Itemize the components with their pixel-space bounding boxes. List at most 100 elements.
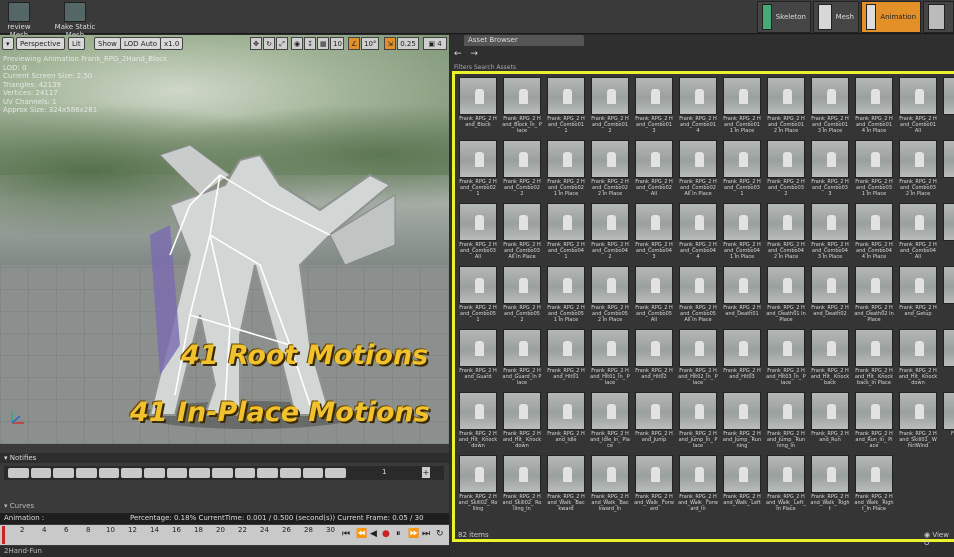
asset-tile[interactable]: Frank_RPG_2 Hand_Combo04 1 In Place [722,203,762,262]
asset-tile[interactable]: Frank_RPG_2 Hand_Hit_ Knockback [810,329,850,388]
playback-speed-button[interactable]: x1.0 [160,37,184,50]
asset-tile[interactable]: Frank_RPG_2 Hand_Combo01 2 In Place [766,77,806,136]
asset-tile[interactable]: Frank_RPG_2 Hand_Combo03 1 [722,140,762,199]
asset-tile[interactable]: Frank_RPG_2 Hand_Combo04 4 [678,203,718,262]
asset-tile[interactable]: Frank_RPG_2 Hand_Hit02 [634,329,674,388]
timeline-scrubber[interactable]: 2 4 6 8 10 12 14 16 18 20 22 24 26 28 30… [0,525,449,545]
asset-filter-bar[interactable]: Filters Search Assets [454,64,516,71]
asset-browser-tab[interactable]: Asset Browser [464,35,584,46]
asset-tile[interactable]: Frank_RPG_2 Hand_Hit01_In_ Place [590,329,630,388]
asset-tile[interactable]: Frank_RPG_2 Hand_Guard [458,329,498,388]
asset-tile[interactable]: Fran [942,266,954,325]
lod-button[interactable]: LOD Auto [120,37,162,50]
asset-tile[interactable]: Frank_RPG_2 Hand_Combo05 All [634,266,674,325]
asset-tile[interactable]: Frank_RPG_2 Hand_Walk_ Forward [634,455,674,514]
mode-extra-button[interactable] [923,1,954,33]
asset-tile[interactable]: Frank_RPG_2 Hand_Hit_ Knockback_In Place [854,329,894,388]
angle-snap-icon[interactable]: ∠ [348,37,360,50]
asset-tile[interactable]: Fran 3 [942,140,954,199]
asset-tile[interactable]: Frank_RPG_2 Hand_Skill02_ Rolling [458,455,498,514]
to-start-icon[interactable]: ⏮ [342,529,350,539]
asset-tile[interactable]: Frank_RPG_2 Hand_Combo05 2 [502,266,542,325]
translate-icon[interactable]: ✥ [250,37,262,50]
pause-icon[interactable]: ⏸ [396,529,401,539]
asset-tile[interactable]: Frank_RPG_2 Hand_Hit03_In_ Place [766,329,806,388]
record-icon[interactable]: ● [382,529,390,539]
asset-tile[interactable]: Frank_RPG_2 Hand_Death02 [810,266,850,325]
asset-tile[interactable]: Frank_RPG_2 Hand_Hit02_In_ Place [678,329,718,388]
asset-tile[interactable]: Frank_RPG_2 Hand_Death01 [722,266,762,325]
asset-tile[interactable]: Frank_RPG_2 Hand_Combo02 All In Place [678,140,718,199]
asset-tile[interactable]: Frank_RPG_2 Hand_Walk_ Right [810,455,850,514]
asset-tile[interactable]: Frank_RPG_2 Hand_Combo01 4 In Place [854,77,894,136]
asset-tile[interactable]: Frank_RPG_2 Hand_Combo04 4 In Place [854,203,894,262]
show-button[interactable]: Show [94,37,121,50]
asset-tile[interactable]: Frank_RPG_2 Hand_Combo04 All [898,203,938,262]
surface-snap-icon[interactable]: ↧ [304,37,316,50]
scale-value[interactable]: 0.25 [397,37,419,50]
perspective-button[interactable]: Perspective [16,37,65,50]
asset-tile[interactable]: Frank_RPG_2 Hand_Walk_ Backward [546,455,586,514]
asset-tile[interactable]: Frank_RPG_2 Hand_Combo01 1 [546,77,586,136]
asset-tile[interactable]: Frank_RPG_2 Hand_Combo05 2 In Place [590,266,630,325]
asset-tile[interactable]: Frank_RPG_2 Hand_Walk_ Left_In Place [766,455,806,514]
asset-tile[interactable]: Frank_RPG_2 Hand_Block_In_ Place [502,77,542,136]
asset-tile[interactable]: Frank_RPG_2 Hand_Run [810,392,850,451]
mode-skeleton-button[interactable]: Skeleton [757,1,811,33]
asset-tile[interactable]: Frank_RPG_2 Hand_Combo03 1 In Place [854,140,894,199]
step-forward-icon[interactable]: ⏩ [408,529,419,539]
asset-tile[interactable]: Frank_RPG_2 Hand_Hit03 [722,329,762,388]
asset-tile[interactable]: Frank_RPG_2 Hand_Hit01 [546,329,586,388]
asset-tile[interactable]: Frank_RPG_2 Hand_Combo04 3 [634,203,674,262]
grid-size-value[interactable]: 10 [330,37,344,50]
asset-tile[interactable]: Frank_RPG_2 Hand_Walk_ Left [722,455,762,514]
asset-tile[interactable]: Frank_RPG_2 Hand_Jump_In_ Place [678,392,718,451]
asset-tile[interactable]: Frank_RPG_2 Hand_Combo04 3 In Place [810,203,850,262]
asset-tile[interactable]: Frank_RPG_2 Hand_Combo02 1 In Place [546,140,586,199]
step-back-icon[interactable]: ⏪ [356,529,367,539]
asset-tile[interactable]: Frank_RPG_2 Hand_Walk_ Backward_In [590,455,630,514]
scale-icon[interactable]: ⤢ [276,37,288,50]
asset-tile[interactable]: Frank_RPG_2 Hand_Skill01_ WhirlWind [898,392,938,451]
asset-tile[interactable]: Frank_RPG_2 Hand_Combo02 2 [502,140,542,199]
playhead[interactable] [2,526,5,544]
preview-mesh-button[interactable]: review Mesh [0,0,38,39]
mode-mesh-button[interactable]: Mesh [813,1,859,33]
asset-tile[interactable]: Fran Whi [942,392,954,451]
asset-tile[interactable]: Frank_RPG_2 Hand_Hit_ Knockdown [458,392,498,451]
asset-tile[interactable]: Frank_RPG_2 Hand_Walk_ Right_In Place [854,455,894,514]
scale-snap-icon[interactable]: ⇲ [384,37,396,50]
world-icon[interactable]: ◉ [291,37,303,50]
asset-tile[interactable]: Frank_RPG_2 Hand_Combo04 2 In Place [766,203,806,262]
mode-animation-button[interactable]: Animation [861,1,921,33]
asset-tile[interactable]: Frank_RPG_2 Hand_Combo05 All In Place [678,266,718,325]
lit-button[interactable]: Lit [68,37,85,50]
asset-tile[interactable]: Frank_RPG_2 Hand_Combo01 2 [590,77,630,136]
asset-tile[interactable]: Frank_RPG_2 Hand_Combo02 1 [458,140,498,199]
asset-tile[interactable]: Frank_RPG_2 Hand_Combo01 All [898,77,938,136]
asset-tile[interactable]: Frank_RPG_2 Hand_Run_In_ Place [854,392,894,451]
asset-tile[interactable]: Frank_RPG_2 Hand_Idle_In_ Place [590,392,630,451]
back-arrow-icon[interactable]: ← [454,49,462,59]
notify-track[interactable]: 1 + [4,466,444,480]
asset-tile[interactable]: Frank_RPG_2 Hand_Combo05 1 In Place [546,266,586,325]
asset-tile[interactable]: Frank_RPG_2 Hand_Walk_ Forward_In [678,455,718,514]
asset-tile[interactable]: Frank_RPG_2 Hand_Combo01 4 [678,77,718,136]
asset-tile[interactable]: Frank_RPG_2 Hand_Combo03 All [458,203,498,262]
asset-tile[interactable]: Frank_RPG_2 Hand_Guard_In Place [502,329,542,388]
preview-viewport[interactable]: ▾ Perspective Lit Show LOD Auto x1.0 ✥ ↻… [0,35,449,444]
asset-tile[interactable]: Fran [942,77,954,136]
camera-speed-value[interactable]: ▣ 4 [423,37,447,50]
loop-icon[interactable]: ↻ [436,529,444,539]
view-options-button[interactable]: ◉ View O [924,531,954,547]
notifies-header[interactable]: ▾ Notifies [0,453,449,463]
asset-tile[interactable]: Frank_RPG_2 Hand_Combo02 All [634,140,674,199]
asset-tile[interactable]: Frank_RPG_2 Hand_Skill02_ Rolling_In [502,455,542,514]
asset-tile[interactable]: Frank_RPG_2 Hand_Death02 In Place [854,266,894,325]
asset-tile[interactable]: Frank_RPG_2 Hand_Hit_ Knockdown [898,329,938,388]
rotate-icon[interactable]: ↻ [263,37,275,50]
angle-value[interactable]: 10° [361,37,379,50]
asset-tile[interactable]: Frank_RPG_2 Hand_Jump_ Running_In [766,392,806,451]
to-end-icon[interactable]: ⏭ [422,529,430,539]
asset-tile[interactable]: Fran [942,329,954,388]
